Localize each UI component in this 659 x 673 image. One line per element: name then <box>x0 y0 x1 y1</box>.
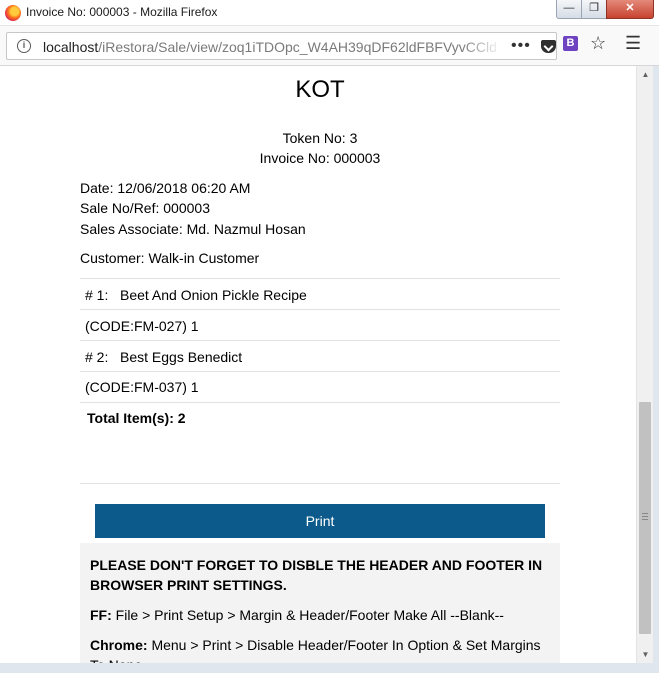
close-button[interactable]: ✕ <box>606 0 654 19</box>
scrollbar-grip-icon <box>642 513 648 520</box>
window-border <box>0 663 653 673</box>
url-host: localhost <box>43 39 99 55</box>
item-code-row: (CODE:FM-027) 1 <box>85 318 199 334</box>
print-settings-notice: PLEASE DON'T FORGET TO DISBLE THE HEADER… <box>80 543 560 663</box>
navigation-toolbar: i localhost/iRestora/Sale/view/zoq1iTDOp… <box>0 26 659 66</box>
page-viewport: KOT Token No: 3 Invoice No: 000003 Date:… <box>0 66 636 663</box>
page-info-icon[interactable]: i <box>17 39 31 53</box>
hamburger-menu-icon[interactable]: ☰ <box>625 33 641 54</box>
notice-chrome: Chrome: Menu > Print > Disable Header/Fo… <box>90 635 550 663</box>
notice-ff-label: FF: <box>90 607 112 623</box>
vertical-scrollbar[interactable]: ▲ ▼ <box>636 66 653 663</box>
divider <box>80 371 560 372</box>
sale-ref: Sale No/Ref: 000003 <box>80 200 210 216</box>
notice-ff-text: File > Print Setup > Margin & Header/Foo… <box>111 607 504 623</box>
item-number: # 1: <box>85 287 109 303</box>
receipt-title: KOT <box>295 76 345 103</box>
sales-associate: Sales Associate: Md. Nazmul Hosan <box>80 221 306 237</box>
invoice-number: Invoice No: 000003 <box>259 150 381 166</box>
window-border <box>653 66 659 673</box>
pocket-icon[interactable] <box>541 40 556 53</box>
maximize-button[interactable]: ❐ <box>581 0 607 19</box>
window-titlebar: Invoice No: 000003 - Mozilla Firefox — ❐… <box>0 0 659 26</box>
notice-heading: PLEASE DON'T FORGET TO DISBLE THE HEADER… <box>90 557 543 593</box>
notice-chrome-label: Chrome: <box>90 637 148 653</box>
item-row: # 1: Beet And Onion Pickle Recipe <box>85 287 307 303</box>
item-number: # 2: <box>85 349 109 365</box>
item-row: # 2: Best Eggs Benedict <box>85 349 242 365</box>
scroll-down-arrow-icon[interactable]: ▼ <box>637 646 654 663</box>
item-code-row: (CODE:FM-037) 1 <box>85 379 199 395</box>
url-fade <box>462 35 502 57</box>
customer-name: Customer: Walk-in Customer <box>80 250 260 266</box>
scroll-up-arrow-icon[interactable]: ▲ <box>637 66 654 83</box>
minimize-button[interactable]: — <box>556 0 582 19</box>
divider <box>80 309 560 310</box>
window-title: Invoice No: 000003 - Mozilla Firefox <box>26 5 218 19</box>
firefox-logo-icon <box>5 5 21 21</box>
notice-firefox: FF: File > Print Setup > Margin & Header… <box>90 605 550 625</box>
divider <box>80 340 560 341</box>
divider <box>80 278 560 279</box>
url-text[interactable]: localhost/iRestora/Sale/view/zoq1iTDOpc_… <box>43 39 498 55</box>
total-items: Total Item(s): 2 <box>87 410 186 426</box>
divider <box>80 402 560 403</box>
page-actions-icon[interactable]: ••• <box>511 37 531 55</box>
token-number: Token No: 3 <box>282 130 358 146</box>
bootstrap-extension-icon[interactable]: B <box>563 36 578 51</box>
item-name: Best Eggs Benedict <box>120 349 243 365</box>
url-path: /iRestora/Sale/view/zoq1iTDOpc_W4AH39qDF… <box>98 39 498 55</box>
print-button[interactable]: Print <box>95 504 545 538</box>
scrollbar-thumb[interactable] <box>639 402 651 634</box>
sale-date: Date: 12/06/2018 06:20 AM <box>80 180 251 196</box>
notice-chrome-text: Menu > Print > Disable Header/Footer In … <box>90 637 541 663</box>
url-bar[interactable]: i localhost/iRestora/Sale/view/zoq1iTDOp… <box>6 32 557 60</box>
bookmark-star-icon[interactable]: ☆ <box>590 33 606 54</box>
divider <box>80 483 560 484</box>
item-name: Beet And Onion Pickle Recipe <box>120 287 307 303</box>
